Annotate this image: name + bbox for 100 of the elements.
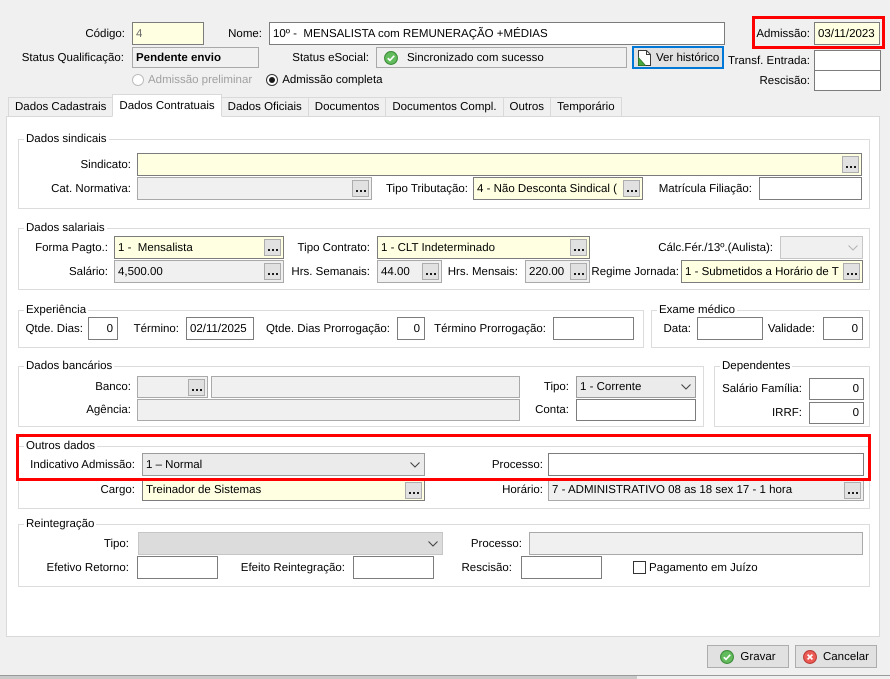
dropdown[interactable]: 1 – Normal [142,453,425,476]
cancel-button[interactable]: Cancelar [795,645,877,668]
field-label: Transf. Entrada: [728,54,810,68]
field-label: Regime Jornada: [591,264,679,278]
lookup-field[interactable] [137,177,372,200]
field-label: Nome: [228,26,262,40]
lookup-button[interactable] [352,180,369,197]
history-button[interactable]: Ver histórico [632,46,724,69]
input-field[interactable] [137,556,218,579]
x-circle-icon [802,650,817,664]
field-label: Sindicato: [80,158,131,172]
lookup-field[interactable]: 1 - CLT Indeterminado [377,236,590,259]
tab[interactable]: Dados Cadastrais [8,97,114,117]
lookup-button[interactable] [842,156,859,173]
lookup-field[interactable]: Treinador de Sistemas [142,479,425,501]
field-label: Hrs. Mensais: [448,264,518,278]
group-title: Experiência [24,303,88,317]
field-label: Qtde. Dias: [25,322,83,336]
field-label: Rescisão: [462,560,512,574]
field-label: Tipo: [104,536,129,550]
lookup-field[interactable]: 4,500.00 [114,260,284,283]
chevron-down-icon [410,462,420,468]
chevron-down-icon [848,244,858,250]
field-label: Tipo: [544,380,569,394]
tab[interactable]: Dados Contratuais [112,94,222,117]
lookup-field[interactable]: 4 - Não Desconta Sindical ( [473,177,643,200]
input-field[interactable]: 0 [809,402,864,424]
lookup-field[interactable] [137,153,862,176]
field-label: Processo: [470,536,522,550]
field-label: Efeito Reintegração: [240,560,345,574]
field-label: Qtde. Dias Prorrogação: [266,322,390,336]
input-field[interactable] [553,317,634,340]
input-field[interactable]: 0 [823,317,863,340]
chevron-down-icon [428,540,438,546]
field-label: Data: [664,322,691,336]
payment-checkbox[interactable]: Pagamento em Juízo [633,560,758,574]
input-field[interactable]: 03/11/2023 [814,22,880,45]
document-icon [638,50,651,66]
radio-option[interactable]: Admissão completa [266,73,383,87]
input-field[interactable] [759,177,862,200]
lookup-field[interactable] [137,376,208,398]
field-label: Código: [85,26,125,40]
input-field[interactable] [697,317,763,340]
check-circle-icon [384,50,398,64]
field-label: Término: [134,322,179,336]
input-field[interactable] [576,399,696,421]
input-field[interactable] [529,532,863,555]
field-label: Processo: [492,458,543,472]
field-label: Banco: [95,380,131,394]
lookup-button[interactable] [264,263,281,280]
field-label: Cat. Normativa: [51,182,131,196]
field-label: Hrs. Semanais: [291,264,370,278]
input-field[interactable] [211,376,520,398]
lookup-button[interactable] [405,482,422,498]
lookup-field[interactable]: 1 - Mensalista [114,236,284,259]
dropdown[interactable]: 1 - Corrente [576,376,696,398]
lookup-button[interactable] [264,239,281,256]
field-label: Tipo Contrato: [298,240,370,254]
save-button[interactable]: Gravar [707,645,789,668]
input-field[interactable]: 02/11/2025 [186,317,254,340]
input-field[interactable]: 0 [809,378,864,400]
field-label: Rescisão: [760,74,810,88]
lookup-field[interactable]: 7 - ADMINISTRATIVO 08 as 18 sex 17 - 1 hora [548,479,864,501]
group-title: Dependentes [720,359,792,373]
field-label: Término Prorrogação: [434,322,546,336]
field-label: Validade: [768,322,815,336]
field-label: Agência: [86,403,131,417]
status-field: Sincronizado com sucesso [376,47,627,68]
input-field[interactable] [814,70,881,91]
lookup-button[interactable] [844,482,861,498]
input-field[interactable] [353,556,434,579]
input-field[interactable] [814,50,881,71]
check-circle-icon [720,650,734,664]
field-label: Efetivo Retorno: [46,560,129,574]
input-field[interactable] [521,556,602,579]
field-label: Admissão: [756,26,810,40]
input-field[interactable] [137,399,520,421]
field-label: Conta: [535,403,569,417]
lookup-field[interactable]: 44.00 [377,260,442,283]
field-label: Salário: [69,264,108,278]
lookup-button[interactable] [570,239,587,256]
field-label: Matrícula Filiação: [658,182,752,196]
status-field: Pendente envio [132,47,259,68]
lookup-button[interactable] [570,263,587,280]
lookup-button[interactable] [623,180,640,197]
tab[interactable]: Temporário [550,97,622,117]
input-field[interactable] [548,453,864,476]
field-label: Tipo Tributação: [386,182,468,196]
lookup-button[interactable] [188,378,205,396]
field-label: Forma Pagto.: [35,240,108,254]
field-label: IRRF: [772,406,802,420]
lookup-field[interactable]: 220.00 [525,260,590,283]
input-field[interactable]: 0 [88,317,118,340]
input-field[interactable]: 10º - MENSALISTA com REMUNERAÇÃO +MÉDIAS [269,22,725,45]
input-field[interactable]: 0 [397,317,425,340]
field-label: Salário Família: [722,382,802,396]
lookup-button[interactable] [843,263,860,280]
field-label: Cálc.Fér./13º.(Aulista): [658,240,773,254]
lookup-field[interactable]: 1 - Submetidos a Horário de T [681,260,863,283]
lookup-button[interactable] [422,263,439,280]
